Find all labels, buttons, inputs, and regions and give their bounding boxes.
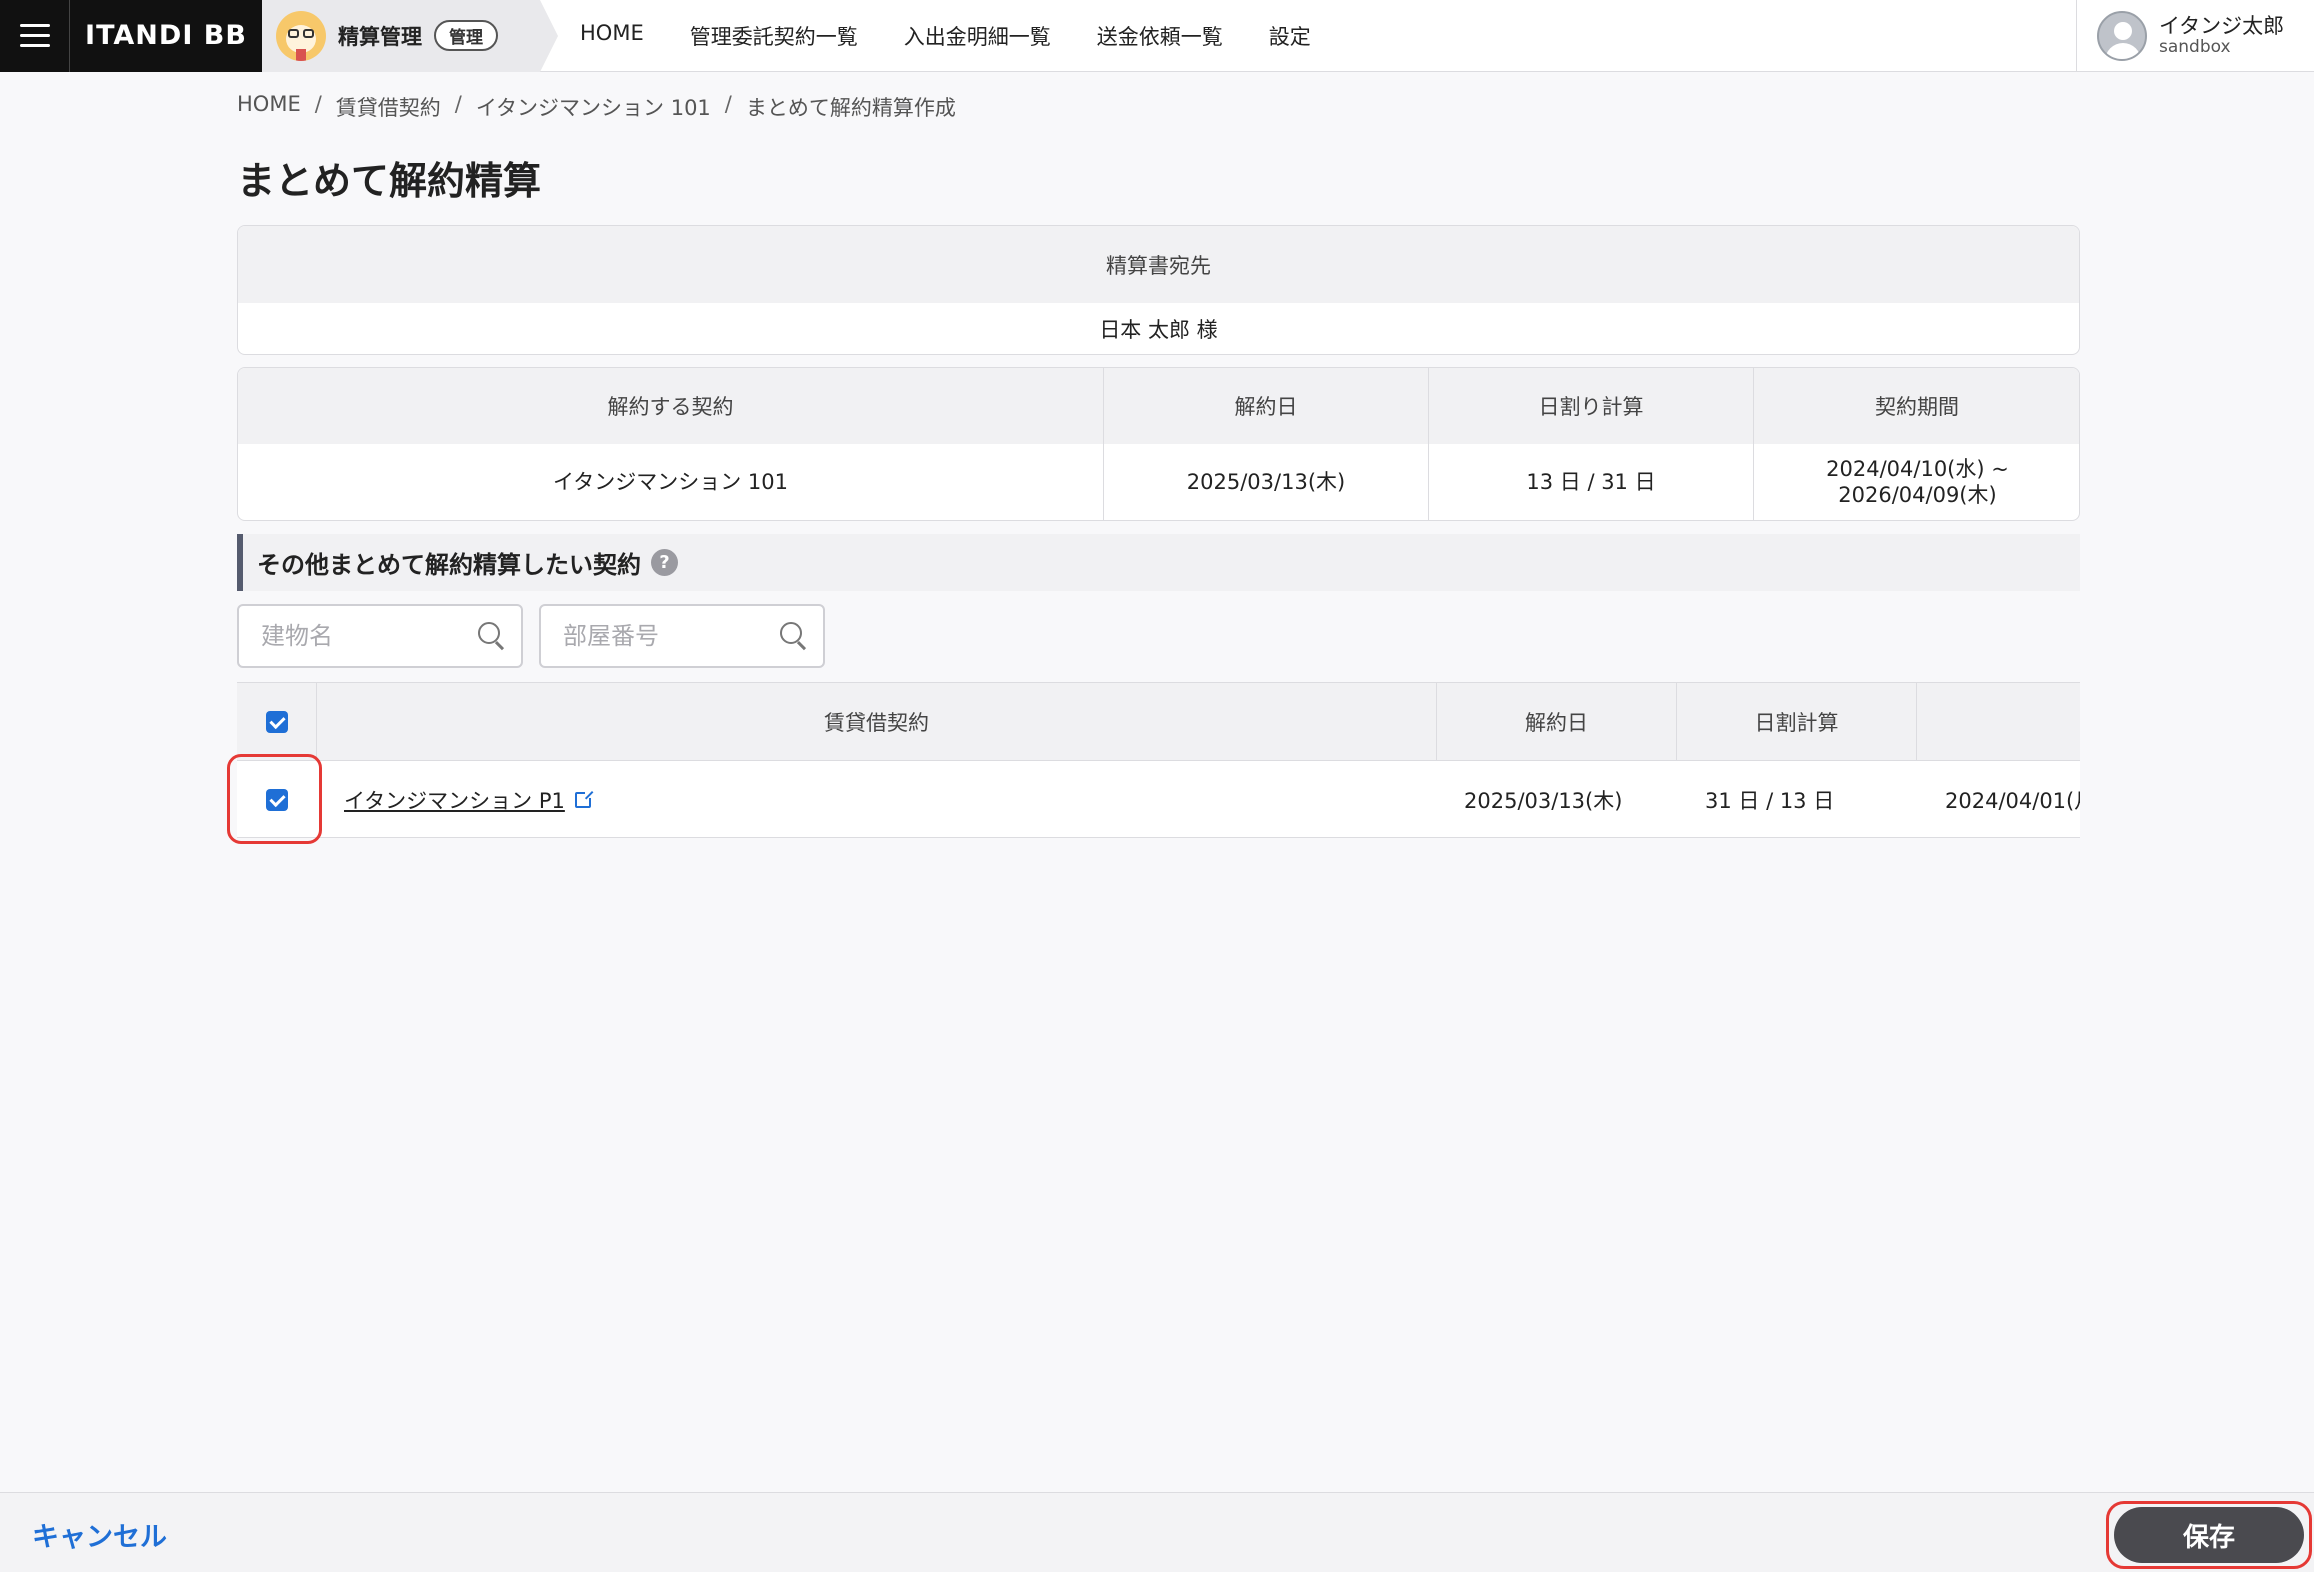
contract-link[interactable]: イタンジマンション P1	[344, 785, 565, 815]
avatar-icon	[2097, 11, 2147, 61]
room-search	[539, 604, 825, 668]
recipient-value: 日本 太郎 様	[1099, 318, 1218, 342]
contract-period: 2024/04/10(水) ~ 2026/04/09(木)	[1754, 444, 2079, 520]
row-termination-date: 2025/03/13(木)	[1464, 788, 1623, 813]
mascot-icon	[276, 10, 326, 61]
recipient-label: 精算書宛先	[238, 226, 2079, 303]
contract-header-period: 契約期間	[1754, 368, 2079, 444]
user-account: sandbox	[2159, 37, 2231, 58]
breadcrumb-contract[interactable]: イタンジマンション 101	[476, 92, 711, 122]
search-icon[interactable]	[779, 621, 809, 651]
contract-name: イタンジマンション 101	[238, 444, 1104, 520]
contract-date: 2025/03/13(木)	[1104, 444, 1429, 520]
header-lease-contract: 賃貸借契約	[317, 683, 1437, 760]
app-switcher[interactable]: 精算管理 管理	[262, 0, 558, 72]
row-period: 2024/04/01(月	[1945, 788, 2080, 813]
table-header: 賃貸借契約 解約日 日割計算	[237, 683, 2080, 761]
cancel-link[interactable]: キャンセル	[32, 1515, 167, 1554]
building-search-input[interactable]	[261, 622, 477, 650]
contract-header-name: 解約する契約	[238, 368, 1104, 444]
save-button[interactable]: 保存	[2114, 1507, 2304, 1563]
nav-settings[interactable]: 設定	[1269, 21, 1311, 51]
other-contracts-section: その他まとめて解約精算したい契約 ?	[237, 534, 2080, 591]
room-search-input[interactable]	[563, 622, 779, 650]
role-badge: 管理	[434, 20, 498, 51]
footer-bar: キャンセル 保存	[0, 1492, 2314, 1572]
contract-period-end: 2026/04/09(木)	[1838, 482, 1997, 507]
section-title: その他まとめて解約精算したい契約	[257, 551, 641, 579]
main-nav: HOME 管理委託契約一覧 入出金明細一覧 送金依頼一覧 設定	[580, 21, 1311, 51]
brand-logo[interactable]: ITANDI BB	[70, 0, 262, 72]
row-checkbox[interactable]	[266, 788, 288, 811]
header-prorate[interactable]: 日割計算	[1677, 683, 1917, 760]
breadcrumb-current: まとめて解約精算作成	[745, 96, 956, 120]
contract-period-start: 2024/04/10(水) ~	[1826, 457, 2009, 482]
row-prorate: 31 日 / 13 日	[1705, 788, 1835, 813]
nav-management-contracts[interactable]: 管理委託契約一覧	[690, 21, 858, 51]
nav-remittance-requests[interactable]: 送金依頼一覧	[1097, 21, 1223, 51]
building-search	[237, 604, 523, 668]
other-contracts-table: 賃貸借契約 解約日 日割計算 イタンジマンション P1 2025/03/13(木…	[237, 682, 2080, 838]
recipient-card: 精算書宛先 日本 太郎 様	[237, 225, 2080, 355]
app-name: 精算管理	[338, 24, 422, 49]
contract-header-prorate: 日割り計算	[1429, 368, 1754, 444]
help-icon[interactable]: ?	[651, 549, 678, 576]
search-icon[interactable]	[477, 621, 507, 651]
breadcrumb-home[interactable]: HOME	[237, 92, 301, 122]
external-link-icon[interactable]	[574, 789, 594, 808]
breadcrumb-lease-contracts[interactable]: 賃貸借契約	[336, 92, 441, 122]
nav-home[interactable]: HOME	[580, 21, 644, 51]
user-menu[interactable]: イタンジ太郎 sandbox	[2076, 0, 2314, 72]
hamburger-menu-icon[interactable]	[0, 0, 70, 72]
contract-card: 解約する契約 解約日 日割り計算 契約期間 イタンジマンション 101 2025…	[237, 367, 2080, 521]
top-bar: ITANDI BB 精算管理 管理 HOME 管理委託契約一覧 入出金明細一覧 …	[0, 0, 2314, 72]
select-all-checkbox[interactable]	[265, 710, 288, 733]
contract-prorate: 13 日 / 31 日	[1429, 444, 1754, 520]
page-title: まとめて解約精算	[237, 159, 542, 203]
table-row: イタンジマンション P1 2025/03/13(木) 31 日 / 13 日 2…	[237, 761, 2080, 837]
header-termination-date[interactable]: 解約日	[1437, 683, 1677, 760]
breadcrumb: HOME / 賃貸借契約 / イタンジマンション 101 / まとめて解約精算作…	[237, 92, 956, 122]
contract-header-date: 解約日	[1104, 368, 1429, 444]
nav-transactions[interactable]: 入出金明細一覧	[904, 21, 1051, 51]
user-name: イタンジ太郎	[2159, 14, 2285, 39]
header-period	[1917, 683, 2080, 760]
